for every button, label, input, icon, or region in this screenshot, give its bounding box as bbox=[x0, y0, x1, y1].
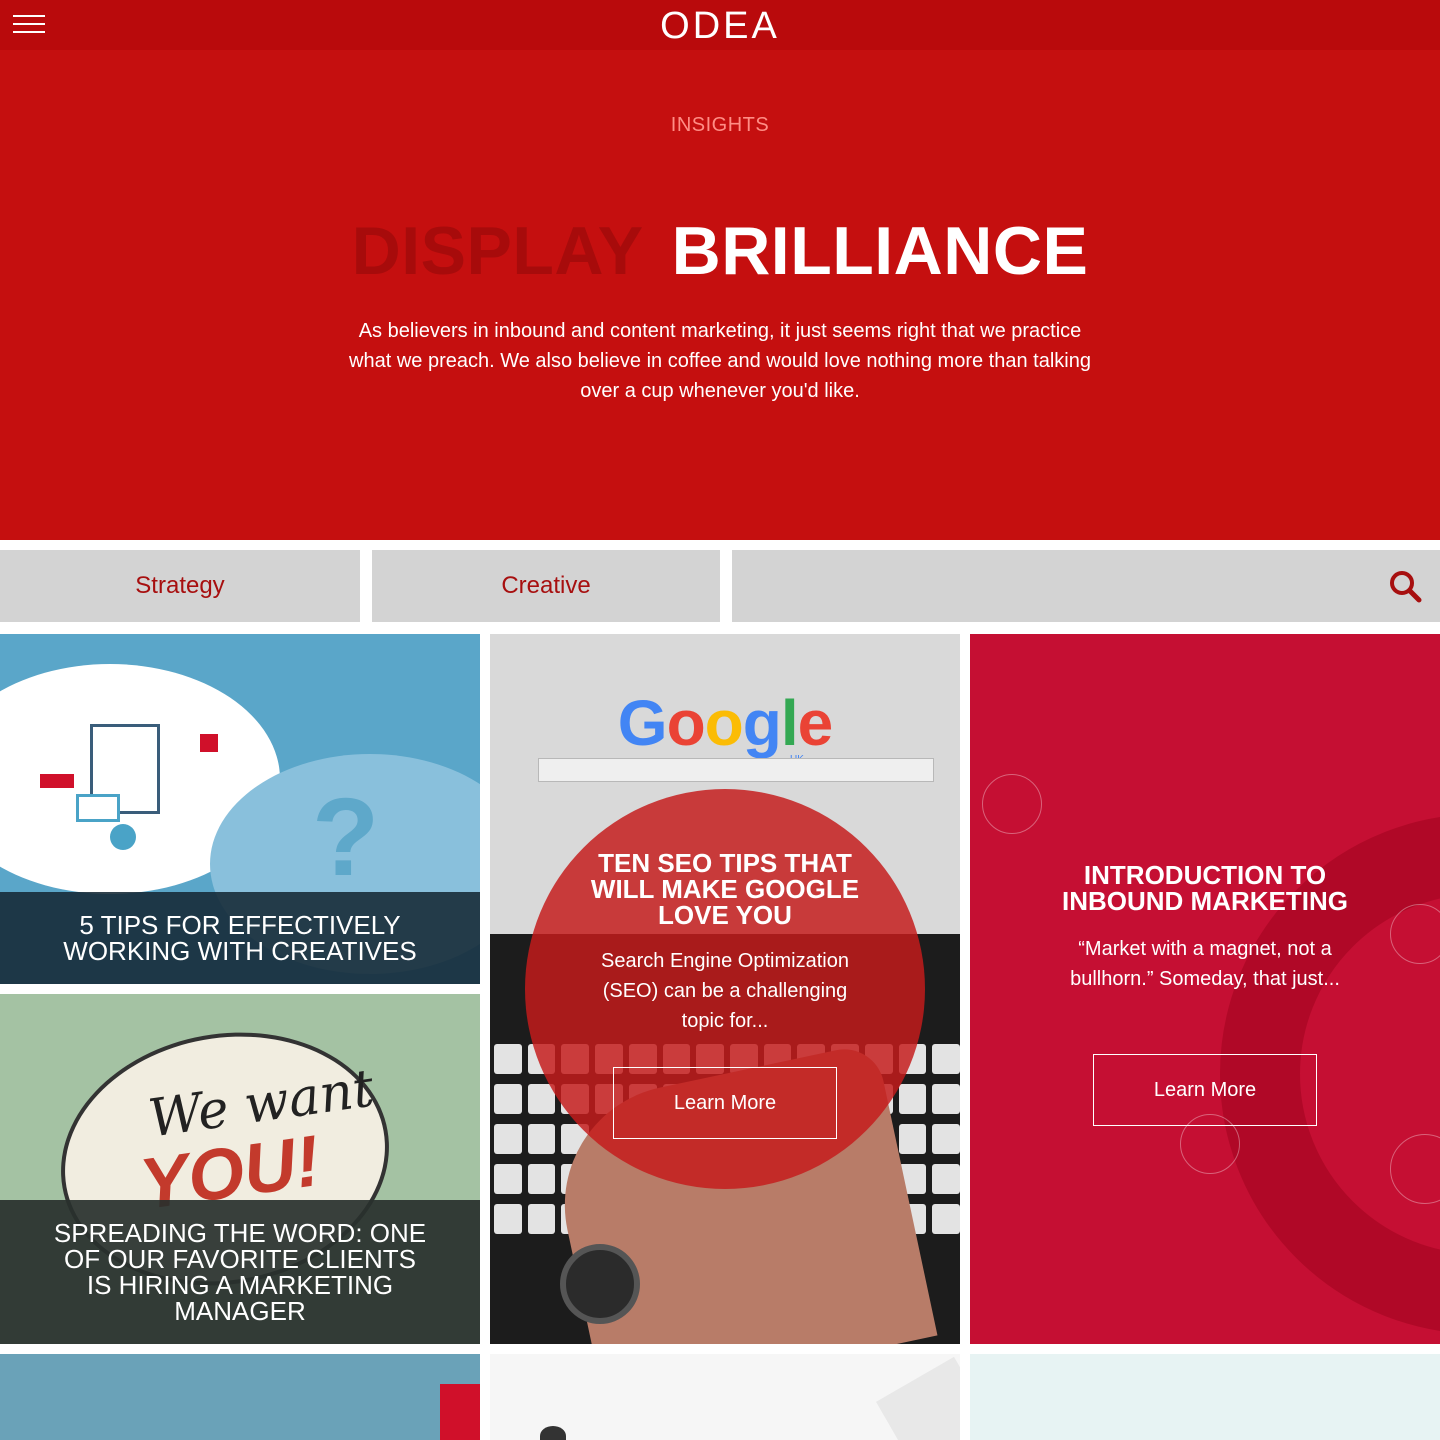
card-excerpt: “Market with a magnet, not a bullhorn.” … bbox=[1070, 938, 1340, 990]
google-logo-letter: o bbox=[704, 687, 744, 759]
search-icon[interactable] bbox=[1388, 569, 1422, 603]
filter-strategy-button[interactable]: Strategy bbox=[0, 550, 360, 622]
filter-strategy-label: Strategy bbox=[135, 572, 225, 599]
bar-icon bbox=[40, 774, 74, 788]
section-eyebrow: INSIGHTS bbox=[670, 114, 770, 136]
card-title-band: 5 TIPS FOR EFFECTIVELY WORKING WITH CREA… bbox=[0, 892, 480, 984]
google-logo-letter: l bbox=[780, 687, 799, 759]
article-card-creatives[interactable]: ? 5 TIPS FOR EFFECTIVELY WORKING WITH CR… bbox=[0, 634, 480, 984]
logo[interactable]: ODEA bbox=[0, 5, 1440, 48]
card-title[interactable]: TEN SEO TIPS THAT WILL MAKE GOOGLE LOVE … bbox=[590, 850, 860, 928]
puzzle-piece-image bbox=[440, 1384, 480, 1440]
card-title[interactable]: SPREADING THE WORD: ONE OF OUR FAVORITE … bbox=[50, 1220, 430, 1324]
search-bar[interactable] bbox=[732, 550, 1440, 622]
envelope-icon bbox=[76, 794, 120, 822]
article-card-hiring[interactable]: We want YOU! SPREADING THE WORD: ONE OF … bbox=[0, 994, 480, 1344]
red-square-icon bbox=[200, 734, 218, 752]
learn-more-button[interactable]: Learn More bbox=[613, 1067, 837, 1139]
article-card-partial[interactable] bbox=[0, 1354, 480, 1440]
hero-section: INSIGHTS DISPLAY BRILLIANCE As believers … bbox=[0, 50, 1440, 540]
google-search-bar-image bbox=[538, 758, 934, 782]
article-card-partial[interactable] bbox=[490, 1354, 960, 1440]
card-title[interactable]: INTRODUCTION TO INBOUND MARKETING bbox=[1030, 862, 1380, 914]
article-card-inbound[interactable]: INTRODUCTION TO INBOUND MARKETING “Marke… bbox=[970, 634, 1440, 1344]
article-card-seo[interactable]: Google UK TEN SEO TIPS THAT WILL MAKE GO… bbox=[490, 634, 960, 1344]
google-logo-letter: o bbox=[666, 687, 706, 759]
paper-image bbox=[876, 1356, 960, 1440]
hero-intro-text: As believers in inbound and content mark… bbox=[349, 320, 1091, 402]
learn-more-button[interactable]: Learn More bbox=[1093, 1054, 1317, 1126]
google-logo-letter: e bbox=[797, 687, 834, 759]
top-bar: ODEA bbox=[0, 0, 1440, 50]
wristwatch-image bbox=[560, 1244, 640, 1324]
figure-image bbox=[540, 1426, 566, 1440]
card-excerpt: Search Engine Optimization (SEO) can be … bbox=[601, 950, 849, 1032]
article-card-partial[interactable] bbox=[970, 1354, 1440, 1440]
filter-creative-label: Creative bbox=[501, 572, 591, 599]
google-logo-image: Google bbox=[490, 686, 960, 760]
card-title[interactable]: 5 TIPS FOR EFFECTIVELY WORKING WITH CREA… bbox=[50, 912, 430, 964]
page-title-dim-word: DISPLAY bbox=[351, 213, 644, 289]
page-title-bright-word: BRILLIANCE bbox=[671, 213, 1089, 289]
card-title-band: SPREADING THE WORD: ONE OF OUR FAVORITE … bbox=[0, 1200, 480, 1344]
decorative-circle bbox=[982, 774, 1042, 834]
page-title: DISPLAY BRILLIANCE bbox=[0, 212, 1440, 290]
google-logo-letter: G bbox=[617, 687, 668, 759]
filter-creative-button[interactable]: Creative bbox=[372, 550, 720, 622]
chart-icon bbox=[110, 824, 136, 850]
google-logo-letter: g bbox=[742, 687, 782, 759]
question-mark-icon: ? bbox=[312, 776, 380, 899]
